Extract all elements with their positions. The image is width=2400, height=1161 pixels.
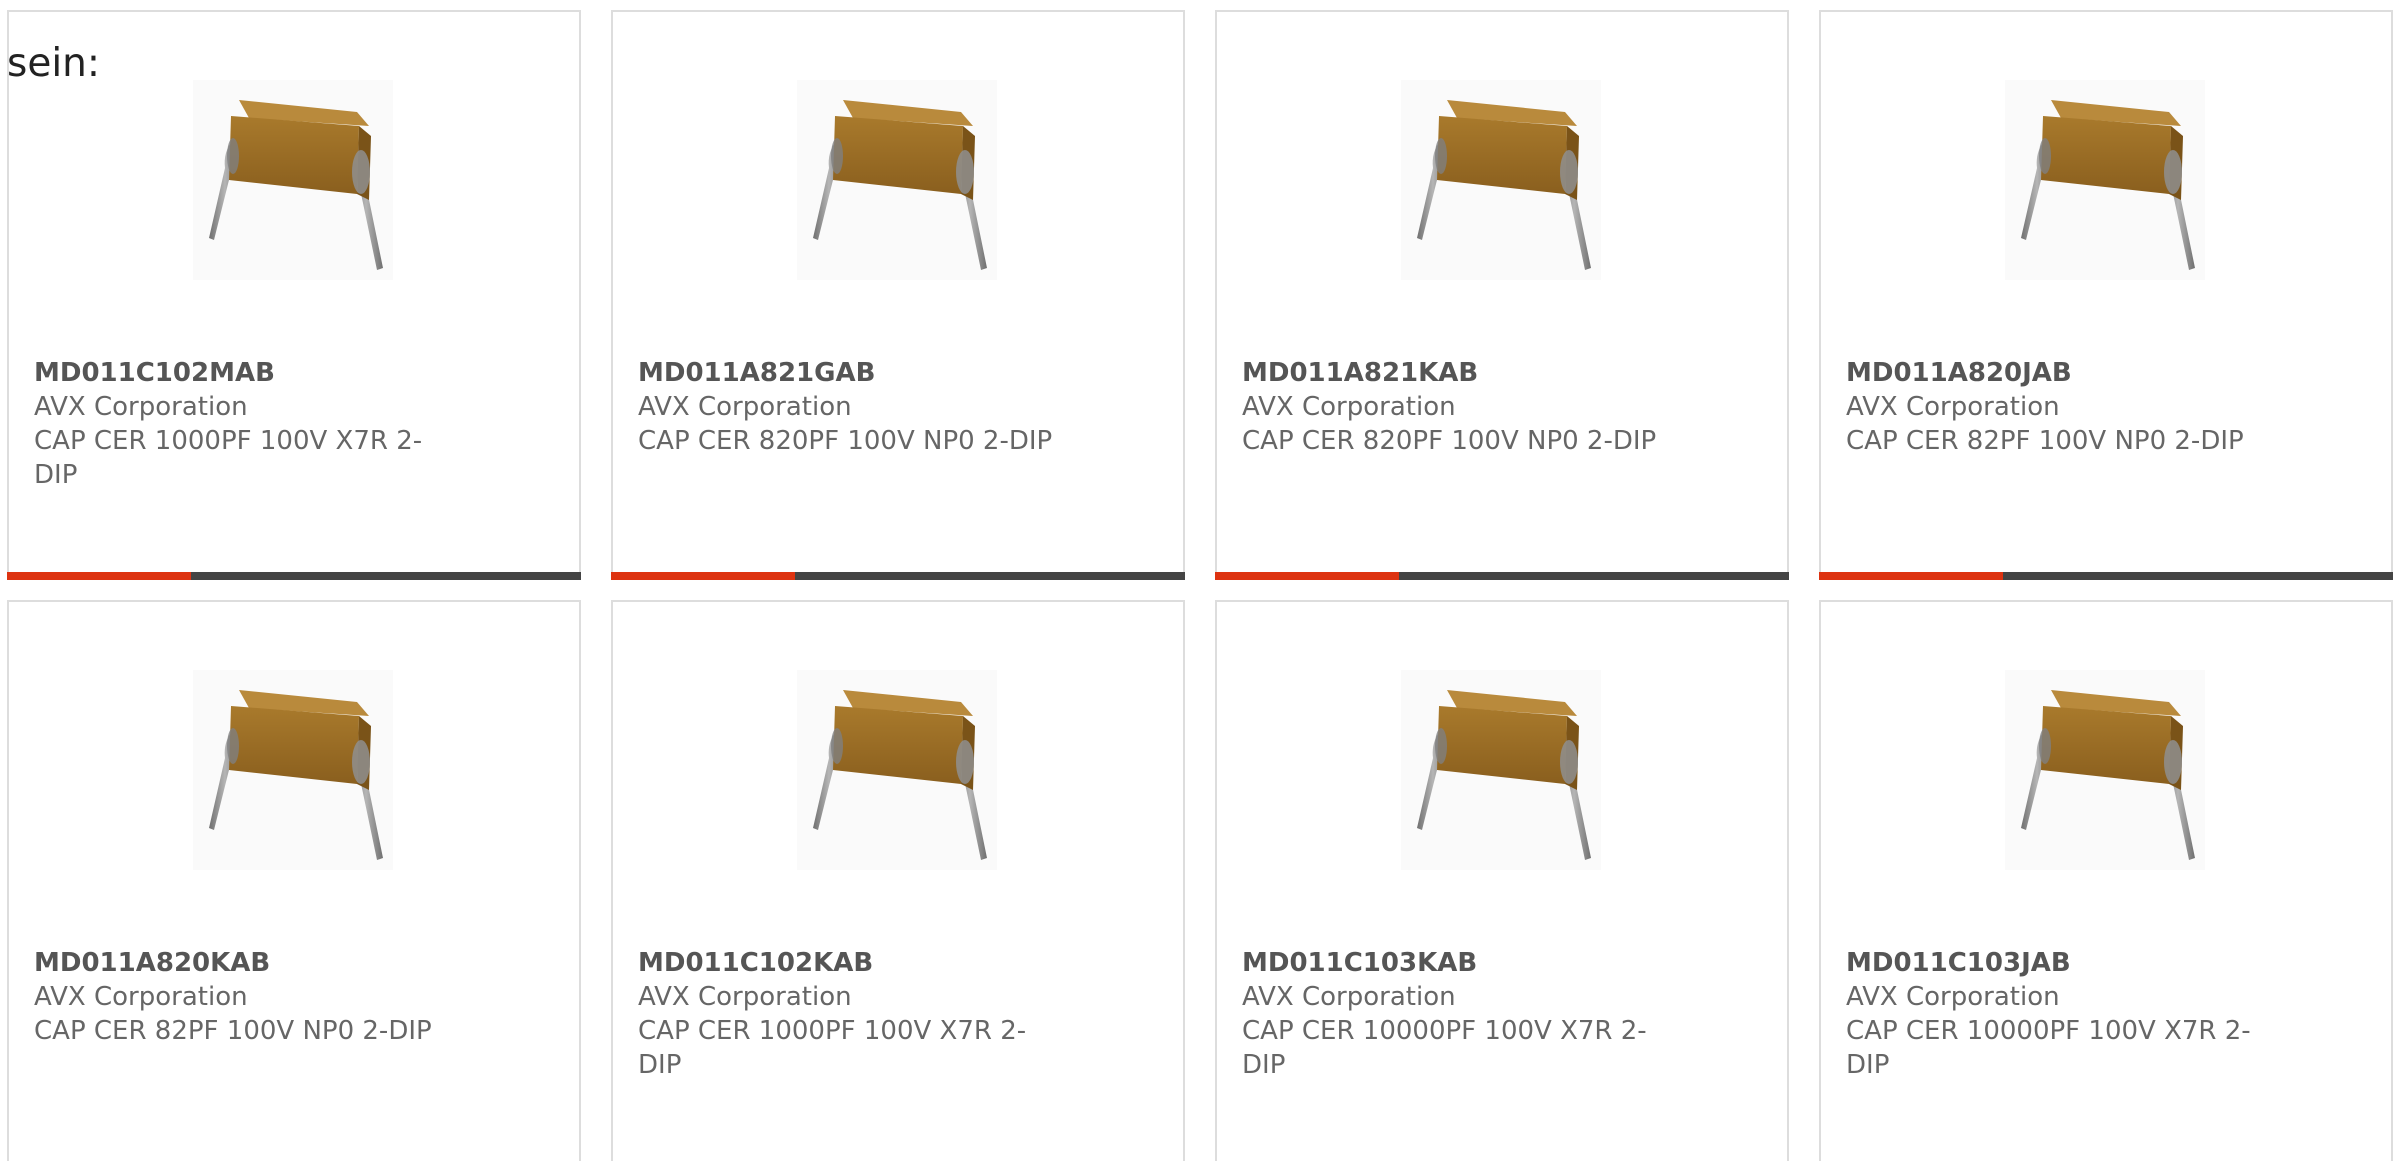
description: CAP CER 820PF 100V NP0 2-DIP [1242, 426, 1657, 456]
product-info: MD011C103KAB AVX Corporation CAP CER 100… [1242, 946, 1662, 1082]
manufacturer: AVX Corporation [638, 982, 852, 1012]
capacitor-image[interactable] [1401, 80, 1601, 280]
capacitor-image[interactable] [1401, 670, 1601, 870]
description: CAP CER 10000PF 100V X7R 2-DIP [1846, 1016, 2251, 1080]
progress-fill [7, 572, 191, 580]
manufacturer: AVX Corporation [34, 392, 248, 422]
product-card[interactable]: MD011A820KAB AVX Corporation CAP CER 82P… [7, 600, 581, 1161]
capacitor-image[interactable] [193, 670, 393, 870]
part-number-link[interactable]: MD011C102KAB [638, 946, 1058, 980]
progress-fill [1819, 572, 2003, 580]
manufacturer: AVX Corporation [1846, 392, 2060, 422]
product-card[interactable]: MD011A821KAB AVX Corporation CAP CER 820… [1215, 10, 1789, 580]
product-info: MD011A821GAB AVX Corporation CAP CER 820… [638, 356, 1058, 458]
part-number-link[interactable]: MD011A821GAB [638, 356, 1058, 390]
part-number-link[interactable]: MD011C102MAB [34, 356, 454, 390]
description: CAP CER 82PF 100V NP0 2-DIP [34, 1016, 432, 1046]
product-info: MD011A820JAB AVX Corporation CAP CER 82P… [1846, 356, 2266, 458]
intro-text: sein: [7, 41, 101, 86]
progress-bar [1819, 572, 2393, 580]
part-number-link[interactable]: MD011A820JAB [1846, 356, 2266, 390]
product-info: MD011A821KAB AVX Corporation CAP CER 820… [1242, 356, 1662, 458]
part-number-link[interactable]: MD011A820KAB [34, 946, 454, 980]
product-info: MD011C102KAB AVX Corporation CAP CER 100… [638, 946, 1058, 1082]
capacitor-image[interactable] [2005, 80, 2205, 280]
progress-bar [1215, 572, 1789, 580]
product-info: MD011A820KAB AVX Corporation CAP CER 82P… [34, 946, 454, 1048]
product-card[interactable]: MD011C102KAB AVX Corporation CAP CER 100… [611, 600, 1185, 1161]
capacitor-image[interactable] [2005, 670, 2205, 870]
manufacturer: AVX Corporation [638, 392, 852, 422]
product-info: MD011C103JAB AVX Corporation CAP CER 100… [1846, 946, 2266, 1082]
part-number-link[interactable]: MD011A821KAB [1242, 356, 1662, 390]
part-number-link[interactable]: MD011C103KAB [1242, 946, 1662, 980]
description: CAP CER 82PF 100V NP0 2-DIP [1846, 426, 2244, 456]
part-number-link[interactable]: MD011C103JAB [1846, 946, 2266, 980]
progress-bar [7, 572, 581, 580]
description: CAP CER 10000PF 100V X7R 2-DIP [1242, 1016, 1647, 1080]
manufacturer: AVX Corporation [1242, 392, 1456, 422]
manufacturer: AVX Corporation [1242, 982, 1456, 1012]
product-info: MD011C102MAB AVX Corporation CAP CER 100… [34, 356, 454, 492]
progress-fill [611, 572, 795, 580]
manufacturer: AVX Corporation [1846, 982, 2060, 1012]
progress-fill [1215, 572, 1399, 580]
product-card[interactable]: MD011A820JAB AVX Corporation CAP CER 82P… [1819, 10, 2393, 580]
description: CAP CER 1000PF 100V X7R 2-DIP [34, 426, 423, 490]
product-card[interactable]: MD011C103KAB AVX Corporation CAP CER 100… [1215, 600, 1789, 1161]
product-grid-page: sein: MD011C102MAB AVX Corporation CAP C… [0, 0, 2400, 1161]
progress-bar [611, 572, 1185, 580]
description: CAP CER 820PF 100V NP0 2-DIP [638, 426, 1053, 456]
manufacturer: AVX Corporation [34, 982, 248, 1012]
product-card[interactable]: MD011A821GAB AVX Corporation CAP CER 820… [611, 10, 1185, 580]
capacitor-image[interactable] [193, 80, 393, 280]
description: CAP CER 1000PF 100V X7R 2-DIP [638, 1016, 1027, 1080]
capacitor-image[interactable] [797, 80, 997, 280]
product-card[interactable]: MD011C102MAB AVX Corporation CAP CER 100… [7, 10, 581, 580]
capacitor-image[interactable] [797, 670, 997, 870]
product-card[interactable]: MD011C103JAB AVX Corporation CAP CER 100… [1819, 600, 2393, 1161]
